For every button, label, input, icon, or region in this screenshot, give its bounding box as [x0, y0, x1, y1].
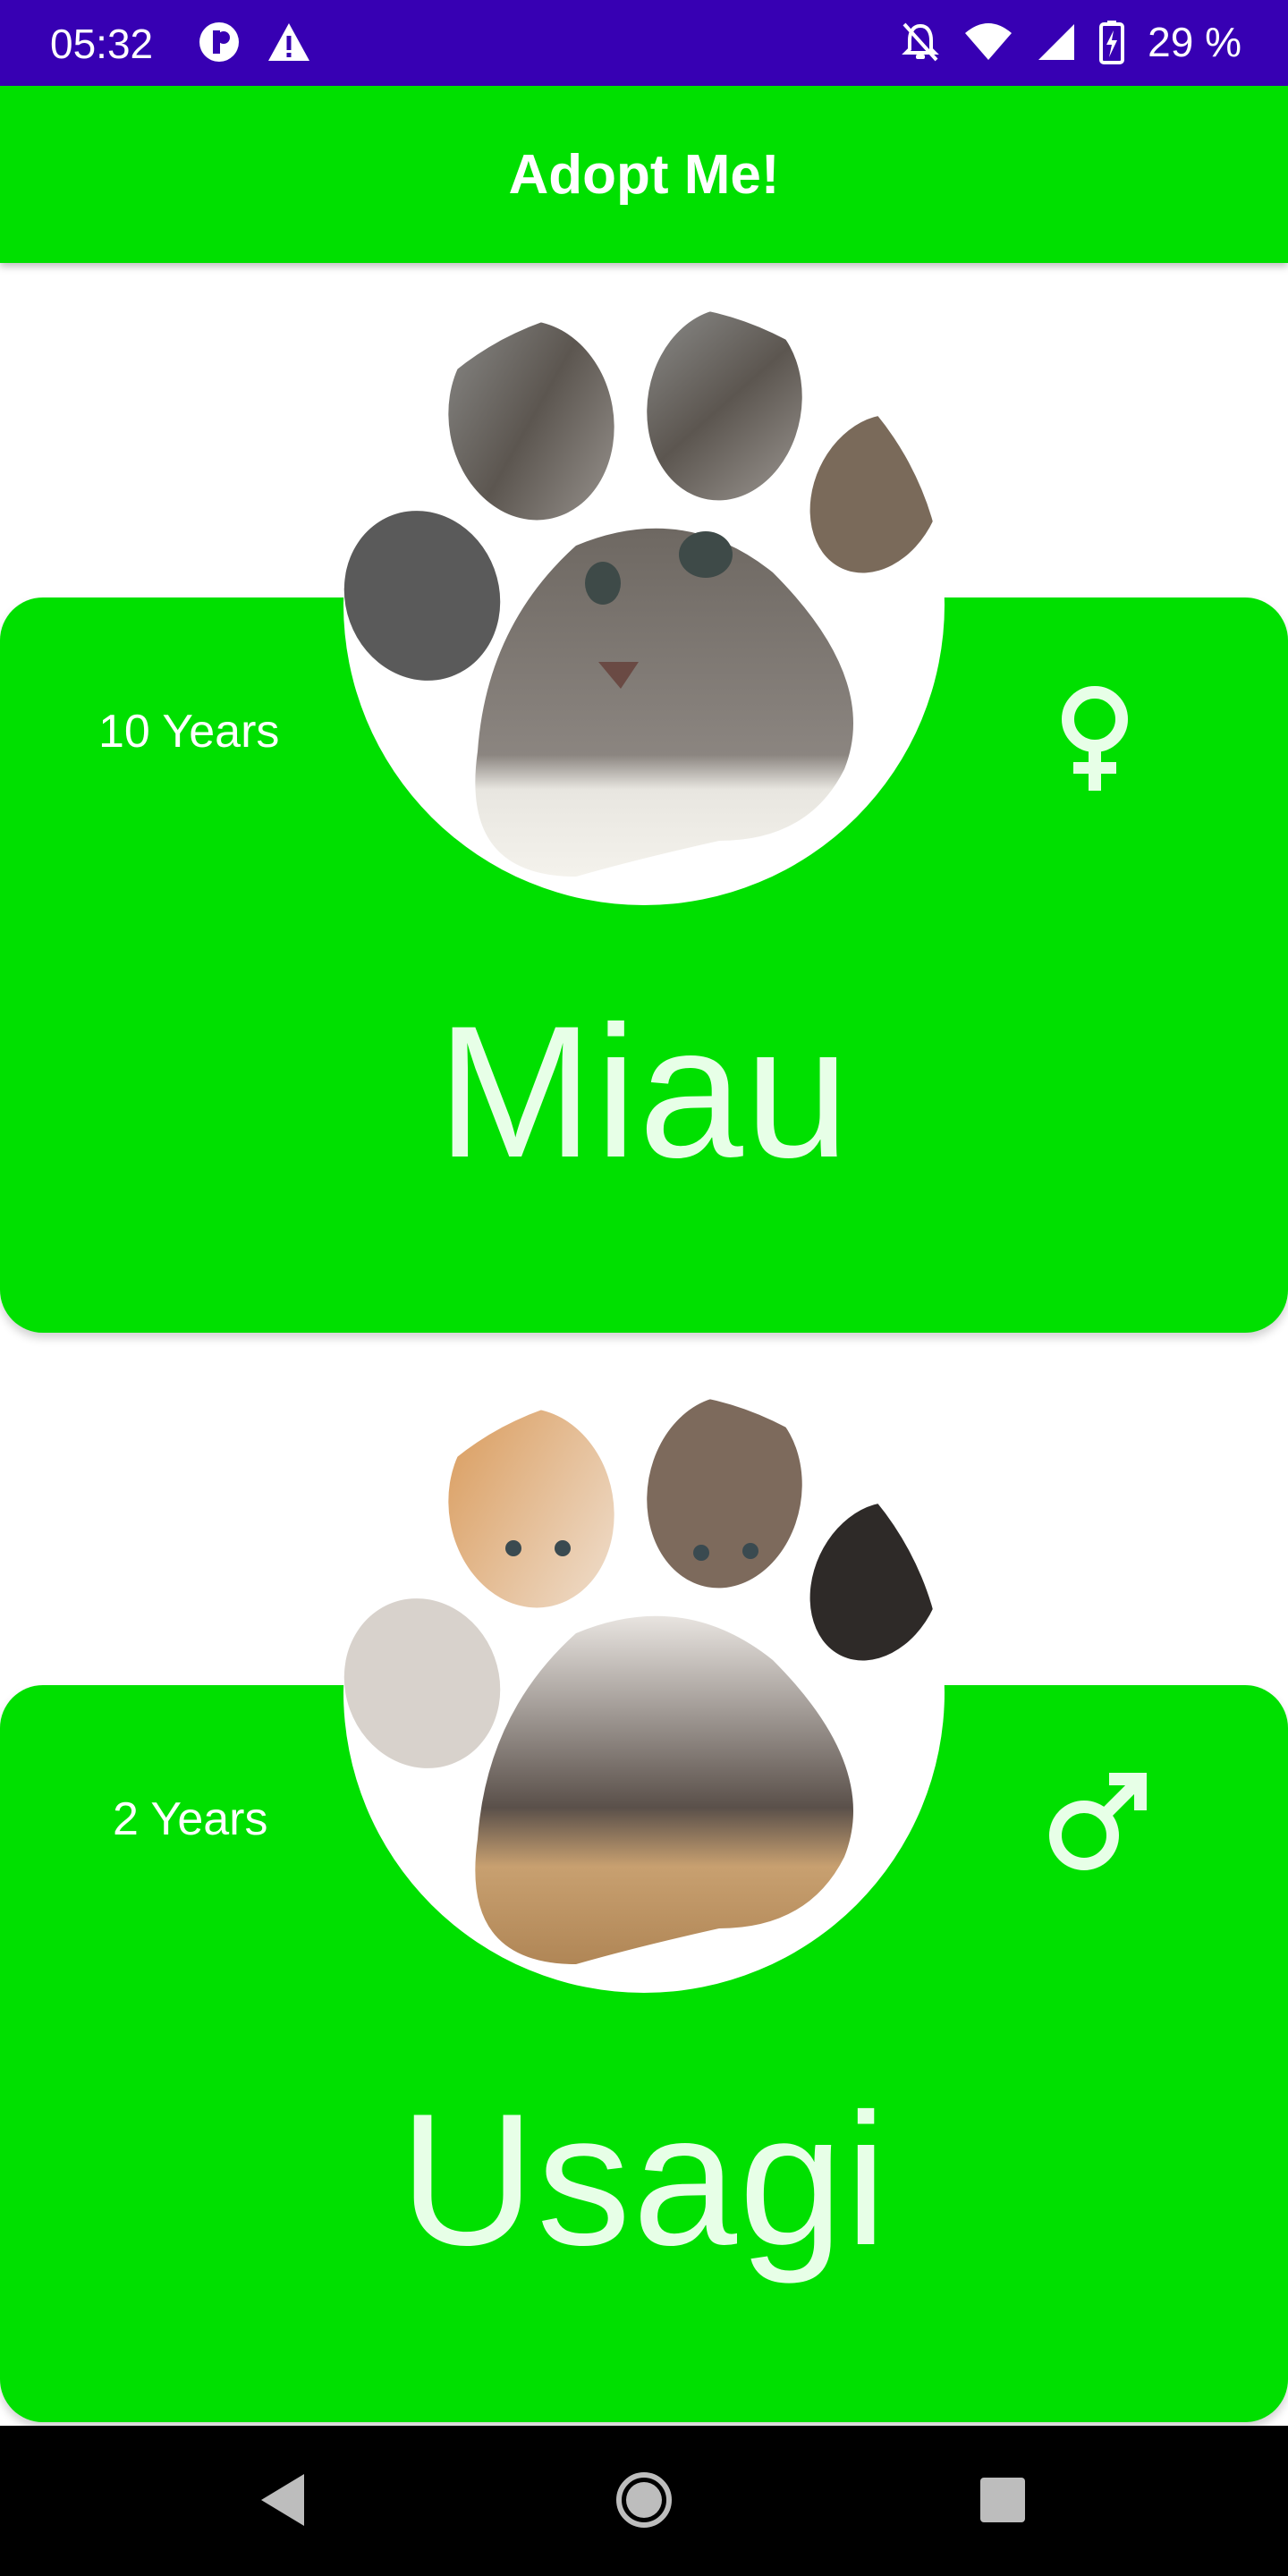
status-left-icons	[197, 20, 311, 64]
pet-age: 10 Years	[98, 706, 280, 758]
home-icon[interactable]	[614, 2469, 674, 2531]
status-time: 05:32	[50, 21, 154, 67]
back-icon[interactable]	[256, 2469, 309, 2531]
male-icon	[1041, 1767, 1152, 1878]
paw-print-photo-icon	[343, 308, 944, 877]
circle-app-icon	[197, 20, 242, 64]
app-bar: Adopt Me!	[0, 86, 1288, 263]
pet-age: 2 Years	[113, 1793, 268, 1845]
pet-photo	[343, 304, 945, 905]
cell-signal-icon	[1037, 22, 1076, 62]
pet-name: Usagi	[399, 2074, 889, 2284]
pet-card[interactable]: 10 Years Miau	[0, 304, 1288, 1333]
battery-charging-icon	[1099, 20, 1125, 64]
pet-name: Miau	[436, 987, 852, 1197]
app-title: Adopt Me!	[508, 143, 780, 206]
warning-icon	[267, 20, 311, 64]
wifi-icon	[963, 22, 1013, 62]
status-right: 29 %	[901, 18, 1241, 66]
status-bar: 05:32 29 %	[0, 0, 1288, 86]
female-icon	[1052, 683, 1138, 794]
pet-card[interactable]: 2 Years Usagi	[0, 1392, 1288, 2422]
paw-print-photo-icon	[343, 1395, 944, 1964]
navigation-bar	[0, 2426, 1288, 2576]
pet-photo	[343, 1392, 945, 1993]
battery-percent: 29 %	[1148, 19, 1241, 65]
recents-icon[interactable]	[975, 2469, 1029, 2531]
muted-bell-icon	[901, 21, 940, 64]
